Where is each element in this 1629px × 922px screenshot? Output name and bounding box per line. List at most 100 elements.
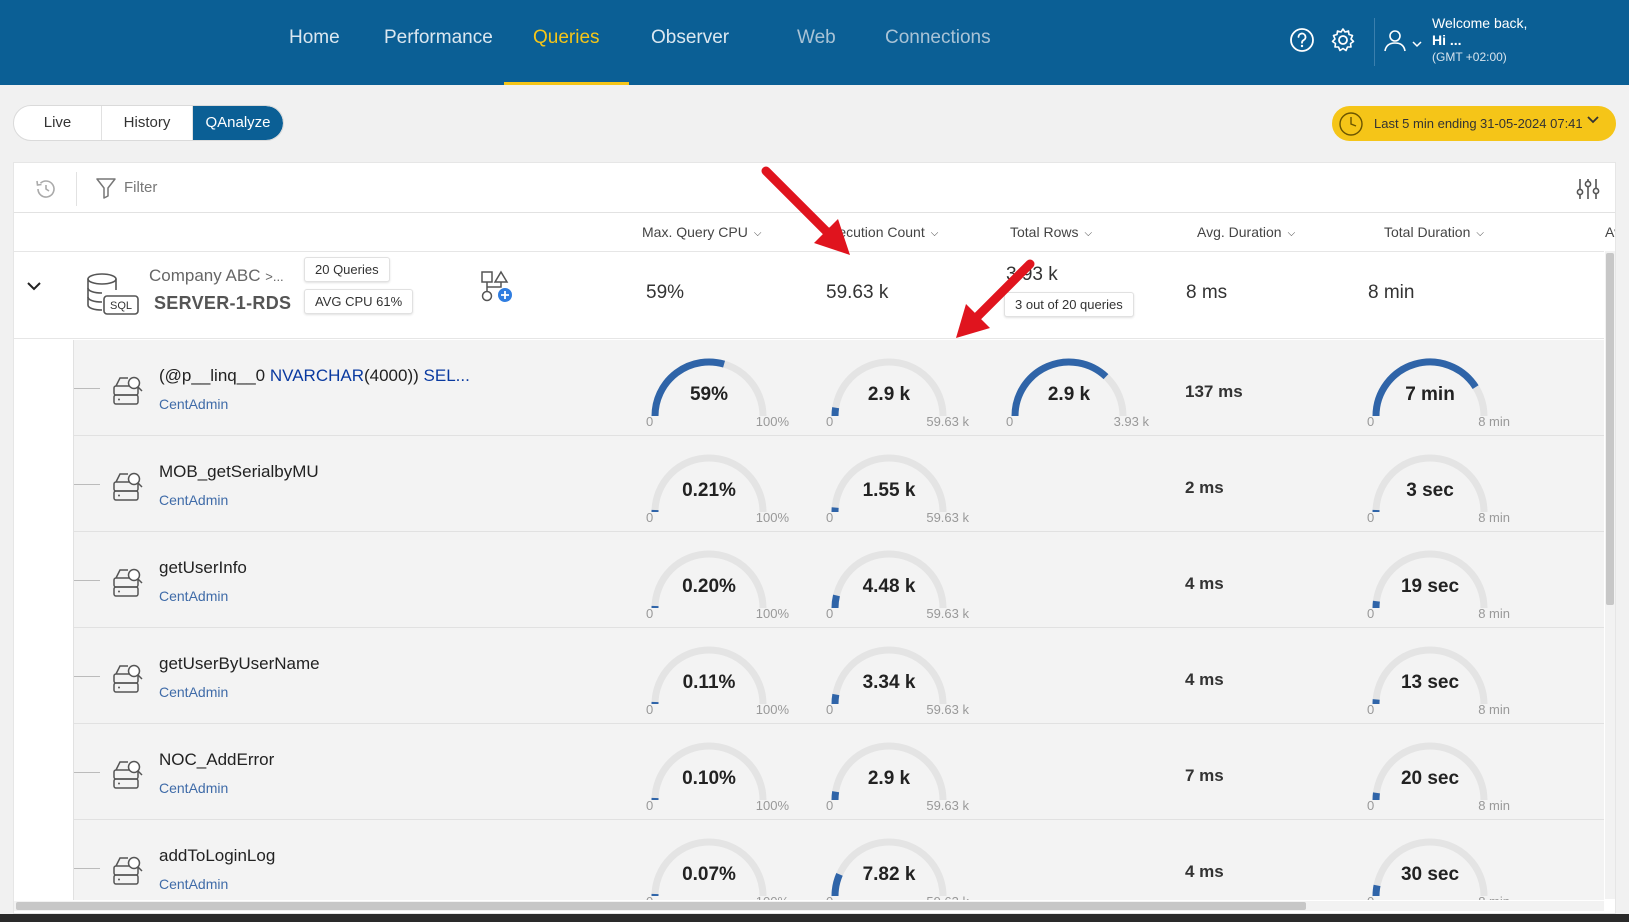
time-range-selector[interactable]: Last 5 min ending 31-05-2024 07:41 [1332, 106, 1616, 141]
query-row[interactable]: getUserByUserName CentAdmin 0.11% 0 100% 3.34… [73, 628, 1604, 724]
user-avatar-icon[interactable] [1382, 27, 1408, 53]
gauge-max: 59.63 k [926, 702, 969, 717]
query-row[interactable]: addToLoginLog CentAdmin 0.07% 0 100% 7.82 k 0 5… [73, 820, 1604, 900]
gauge-min: 0 [646, 414, 654, 429]
tree-connector [74, 676, 100, 677]
tab-qanalyze[interactable]: QAnalyze [193, 106, 283, 140]
exec-count-gauge: 2.9 k 0 59.63 k [824, 354, 969, 434]
gauge-min: 0 [1367, 606, 1375, 621]
tab-history[interactable]: History [102, 106, 193, 140]
total-duration-gauge: 3 sec 0 8 min [1365, 450, 1510, 530]
query-database[interactable]: CentAdmin [159, 396, 228, 412]
exec-count-gauge: 2.9 k 0 59.63 k [824, 738, 969, 818]
query-row[interactable]: getUserInfo CentAdmin 0.20% 0 100% 4.48 k 0 59.… [73, 532, 1604, 628]
settings-gear-icon[interactable] [1330, 27, 1356, 53]
query-name[interactable]: getUserByUserName [159, 654, 320, 674]
gauge-fill [831, 407, 840, 417]
gauge-fill [831, 791, 840, 801]
total-duration-gauge: 19 sec 0 8 min [1365, 546, 1510, 626]
tree-connector [74, 484, 100, 485]
query-row[interactable]: NOC_AddError CentAdmin 0.10% 0 100% 2.9 k 0 59.… [73, 724, 1604, 820]
query-name[interactable]: getUserInfo [159, 558, 247, 578]
query-name-token: SEL... [423, 366, 470, 385]
timezone-label: (GMT +02:00) [1432, 50, 1507, 64]
query-database[interactable]: CentAdmin [159, 588, 228, 604]
execution-plan-icon[interactable] [480, 270, 514, 304]
time-range-datetime: 31-05-2024 07:41 [1480, 116, 1583, 131]
avg-duration-value: 4 ms [1185, 574, 1224, 593]
tree-connector [74, 580, 100, 581]
query-database[interactable]: CentAdmin [159, 876, 228, 892]
query-database[interactable]: CentAdmin [159, 492, 228, 508]
gauge-value: 1.55 k [862, 480, 916, 501]
queries-count-chip: 20 Queries [304, 257, 390, 282]
server-row[interactable]: SQL Company ABC >... SERVER-1-RDS 20 Que… [14, 251, 1604, 339]
history-icon[interactable] [34, 177, 58, 201]
gauge-max: 59.63 k [926, 510, 969, 525]
sort-chevron-icon: ⌵ [1084, 228, 1093, 239]
query-list: (@p__linq__0 NVARCHAR(4000)) SEL... CentA… [14, 340, 1604, 900]
query-name[interactable]: NOC_AddError [159, 750, 274, 770]
exec-count-gauge: 7.82 k 0 59.63 k [824, 834, 969, 900]
gauge-value: 20 sec [1400, 768, 1460, 789]
column-header-avg-duration[interactable]: Avg. Duration ⌵ [1197, 224, 1295, 240]
sort-chevron-icon: ⌵ [1476, 228, 1484, 239]
query-row[interactable]: (@p__linq__0 NVARCHAR(4000)) SEL... CentA… [73, 340, 1604, 436]
nav-queries[interactable]: Queries [533, 27, 600, 49]
user-greeting[interactable]: Welcome back, Hi ... (GMT +02:00) [1432, 15, 1527, 66]
gauge-value: 0.20% [682, 576, 736, 597]
gauge-min: 0 [646, 894, 653, 900]
filter-input[interactable]: Filter [124, 179, 157, 196]
nav-home[interactable]: Home [289, 27, 340, 49]
column-settings-icon[interactable] [1575, 177, 1601, 201]
column-header-overflow[interactable]: Av [1605, 224, 1615, 240]
query-database[interactable]: CentAdmin [159, 684, 228, 700]
gauge-max: 8 min [1478, 894, 1510, 900]
horizontal-scrollbar[interactable] [14, 901, 1604, 911]
sql-label: SQL [110, 300, 132, 312]
user-menu-chevron-icon[interactable] [1412, 41, 1422, 48]
gauge-value: 7 min [1405, 384, 1455, 405]
gauge-value: 59% [689, 384, 729, 405]
chevron-down-icon [1587, 116, 1599, 124]
toolbar-divider [76, 172, 77, 206]
query-name-token: (4000)) [363, 366, 424, 385]
nav-performance[interactable]: Performance [384, 27, 493, 49]
gauge-min: 0 [646, 702, 654, 717]
gauge-max: 8 min [1478, 606, 1510, 621]
avg-cpu-chip: AVG CPU 61% [304, 289, 414, 314]
gauge-max: 59.63 k [926, 606, 969, 621]
collapse-chevron-icon[interactable] [26, 280, 42, 292]
nav-web[interactable]: Web [797, 27, 836, 49]
query-row[interactable]: MOB_getSerialbyMU CentAdmin 0.21% 0 100% 1.55… [73, 436, 1604, 532]
column-header-total-duration[interactable]: Total Duration ⌵ [1384, 224, 1484, 240]
gauge-min: 0 [826, 414, 834, 429]
queries-panel: Filter Max. Query CPU ⌵ Execution Count ⌵ … [13, 162, 1616, 914]
gauge-max: 100% [755, 414, 789, 429]
query-name[interactable]: MOB_getSerialbyMU [159, 462, 319, 482]
column-header-max-cpu[interactable]: Max. Query CPU ⌵ [642, 224, 761, 240]
gauge-min: 0 [1367, 798, 1375, 813]
help-icon[interactable] [1289, 27, 1315, 53]
scrollbar-thumb[interactable] [1606, 253, 1614, 605]
column-header-total-rows[interactable]: Total Rows ⌵ [1010, 224, 1092, 240]
gauge-min: 0 [646, 510, 654, 525]
gauge-min: 0 [646, 606, 654, 621]
server-name[interactable]: SERVER-1-RDS [154, 293, 291, 314]
welcome-text: Welcome back, [1432, 15, 1528, 31]
query-name[interactable]: (@p__linq__0 NVARCHAR(4000)) SEL... [159, 366, 470, 386]
query-database[interactable]: CentAdmin [159, 780, 228, 796]
company-name[interactable]: Company ABC >... [149, 266, 284, 286]
gauge-max: 100% [755, 702, 789, 717]
query-name[interactable]: addToLoginLog [159, 846, 275, 866]
annotation-arrow-icon [761, 166, 850, 255]
gauge-fill [831, 693, 840, 705]
nav-connections[interactable]: Connections [885, 27, 991, 49]
nav-observer[interactable]: Observer [651, 27, 729, 49]
scrollbar-thumb[interactable] [16, 902, 1306, 910]
gauge-min: 0 [826, 798, 834, 813]
vertical-scrollbar[interactable] [1605, 251, 1615, 899]
active-tab-indicator [504, 82, 629, 85]
gauge-max: 100% [755, 510, 789, 525]
tab-live[interactable]: Live [14, 106, 102, 140]
